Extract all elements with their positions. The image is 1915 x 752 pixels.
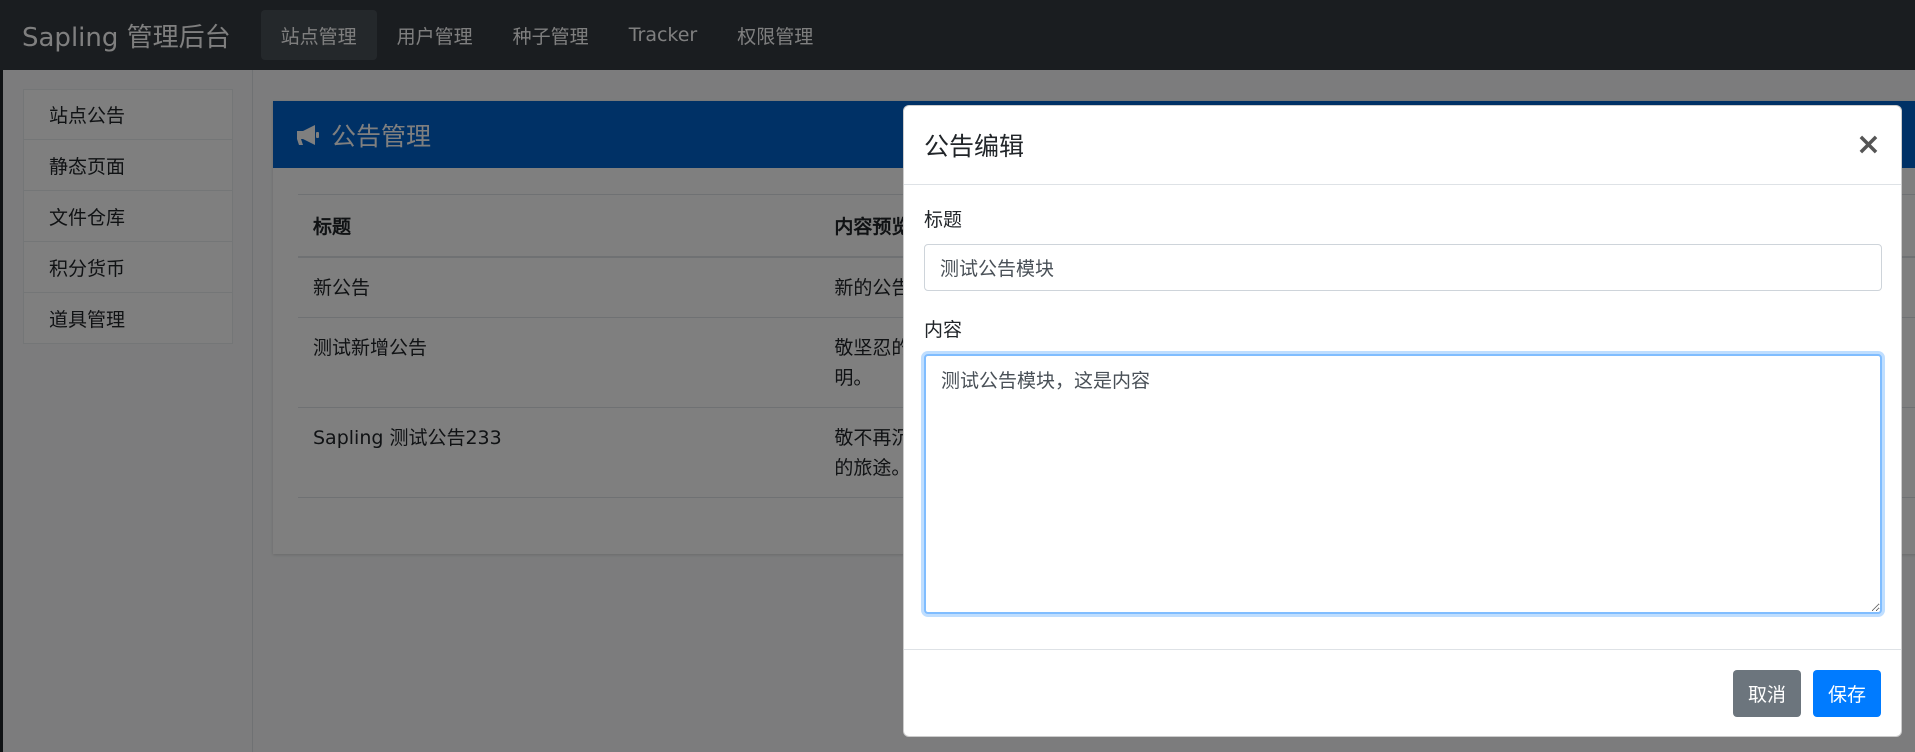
close-icon[interactable]: ×: [1856, 130, 1881, 160]
save-button[interactable]: 保存: [1812, 670, 1881, 717]
modal-body: 标题 内容 测试公告模块，这是内容: [904, 185, 1901, 639]
cancel-button[interactable]: 取消: [1732, 670, 1801, 717]
content-label: 内容: [924, 319, 963, 341]
title-label: 标题: [924, 209, 963, 231]
modal-footer: 取消 保存: [904, 649, 1901, 737]
modal-header: 公告编辑 ×: [904, 106, 1901, 185]
announcement-edit-modal: 公告编辑 × 标题 内容 测试公告模块，这是内容 取消 保存: [903, 105, 1902, 737]
modal-title: 公告编辑: [924, 132, 1025, 161]
title-input[interactable]: [924, 244, 1882, 291]
content-textarea[interactable]: 测试公告模块，这是内容: [924, 354, 1882, 614]
